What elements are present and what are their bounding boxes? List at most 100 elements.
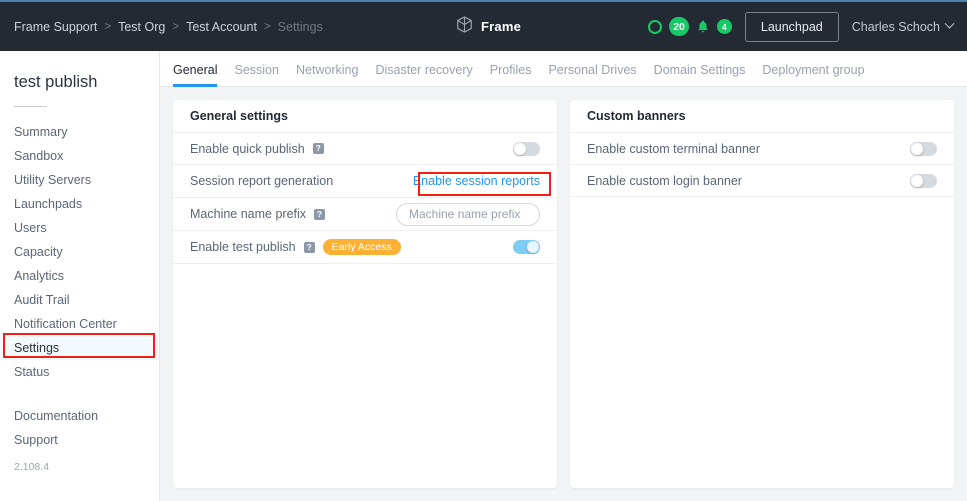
sidebar-item-label: Analytics xyxy=(14,269,65,283)
login-banner-toggle[interactable] xyxy=(910,173,937,188)
breadcrumb-item-test-account[interactable]: Test Account xyxy=(186,20,257,34)
top-bar-right: 20 4 Launchpad Charles Schoch xyxy=(648,11,957,42)
chevron-down-icon xyxy=(944,18,955,29)
breadcrumb-separator: > xyxy=(263,20,271,33)
sidebar-item-label: Status xyxy=(14,365,50,379)
custom-banners-title: Custom banners xyxy=(570,100,954,133)
tab-general[interactable]: General xyxy=(173,63,218,87)
sidebar-item-summary[interactable]: Summary xyxy=(0,120,160,144)
row-machine-name-prefix: Machine name prefix ? xyxy=(173,198,557,231)
tab-personal-drives[interactable]: Personal Drives xyxy=(548,63,636,86)
sidebar-item-sandbox[interactable]: Sandbox xyxy=(0,144,160,168)
settings-cards: General settings Enable quick publish ? … xyxy=(160,87,967,501)
toggle-knob xyxy=(911,142,923,155)
help-icon[interactable]: ? xyxy=(312,143,324,154)
breadcrumb-item-settings: Settings xyxy=(277,19,323,34)
status-count-badge[interactable]: 20 xyxy=(669,17,689,36)
user-menu-label: Charles Schoch xyxy=(851,19,940,34)
sidebar-item-documentation[interactable]: Documentation xyxy=(0,404,160,428)
sidebar-item-label: Sandbox xyxy=(14,149,64,163)
notification-count-badge[interactable]: 4 xyxy=(716,19,732,34)
sidebar-item-notification-center[interactable]: Notification Center xyxy=(0,312,160,336)
main-content: General Session Networking Disaster reco… xyxy=(160,51,967,501)
sidebar-item-launchpads[interactable]: Launchpads xyxy=(0,192,160,216)
sidebar-item-users[interactable]: Users xyxy=(0,216,160,240)
quick-publish-toggle[interactable] xyxy=(513,141,540,156)
sidebar-item-label: Capacity xyxy=(14,245,63,259)
status-indicators: 20 4 xyxy=(648,17,732,36)
general-settings-empty-area xyxy=(173,264,557,488)
row-enable-test-publish: Enable test publish ? Early Access xyxy=(173,231,557,264)
breadcrumb: Frame Support > Test Org > Test Account … xyxy=(14,20,323,34)
tab-deployment-group[interactable]: Deployment group xyxy=(762,63,864,86)
sidebar-item-label: Documentation xyxy=(14,409,99,423)
row-label-group: Session report generation xyxy=(190,174,333,188)
row-label-group: Enable custom terminal banner xyxy=(587,142,760,156)
sidebar-divider xyxy=(14,106,47,107)
breadcrumb-item-test-org[interactable]: Test Org xyxy=(118,20,165,34)
brand-logo[interactable]: Frame xyxy=(455,15,521,39)
sidebar-item-label: Settings xyxy=(14,341,60,355)
sidebar-item-audit-trail[interactable]: Audit Trail xyxy=(0,288,160,312)
tab-disaster-recovery[interactable]: Disaster recovery xyxy=(376,63,473,86)
sidebar-version: 2.108.4 xyxy=(14,461,50,473)
sidebar-item-utility-servers[interactable]: Utility Servers xyxy=(0,168,160,192)
launchpad-button[interactable]: Launchpad xyxy=(744,11,839,42)
custom-banners-card: Custom banners Enable custom terminal ba… xyxy=(570,100,954,488)
test-publish-toggle[interactable] xyxy=(513,240,540,254)
enable-session-reports-link[interactable]: Enable session reports xyxy=(413,174,540,188)
tab-session[interactable]: Session xyxy=(234,63,278,86)
terminal-banner-label: Enable custom terminal banner xyxy=(587,141,761,156)
row-enable-quick-publish: Enable quick publish ? xyxy=(173,133,557,165)
sidebar-item-label: Audit Trail xyxy=(14,293,70,307)
sidebar-item-label: Support xyxy=(14,433,58,447)
bell-icon[interactable] xyxy=(696,19,710,34)
general-settings-card: General settings Enable quick publish ? … xyxy=(173,100,557,488)
sidebar-item-label: Notification Center xyxy=(14,317,117,331)
tab-bar: General Session Networking Disaster reco… xyxy=(160,51,967,87)
sidebar-item-status[interactable]: Status xyxy=(0,360,160,384)
row-enable-custom-terminal-banner: Enable custom terminal banner xyxy=(570,133,954,165)
breadcrumb-separator: > xyxy=(104,20,112,33)
custom-banners-empty-area xyxy=(570,197,954,488)
quick-publish-label: Enable quick publish xyxy=(190,141,305,156)
user-menu[interactable]: Charles Schoch xyxy=(851,18,955,34)
machine-name-prefix-input[interactable] xyxy=(396,202,540,226)
row-enable-custom-login-banner: Enable custom login banner xyxy=(570,165,954,197)
login-banner-label: Enable custom login banner xyxy=(587,173,742,188)
general-settings-title: General settings xyxy=(173,100,557,133)
sidebar-item-support[interactable]: Support xyxy=(0,428,160,452)
help-icon[interactable]: ? xyxy=(314,208,326,220)
sidebar-item-label: Utility Servers xyxy=(14,173,92,187)
terminal-banner-toggle[interactable] xyxy=(910,141,937,156)
tab-domain-settings[interactable]: Domain Settings xyxy=(654,63,746,86)
sidebar-item-label: Users xyxy=(14,221,47,235)
top-bar: Frame Support > Test Org > Test Account … xyxy=(0,0,967,51)
session-report-label: Session report generation xyxy=(190,174,334,188)
tab-networking[interactable]: Networking xyxy=(296,63,359,86)
brand-name: Frame xyxy=(481,19,522,34)
sidebar-item-label: Launchpads xyxy=(14,197,83,211)
sidebar-item-analytics[interactable]: Analytics xyxy=(0,264,160,288)
app-root: Frame Support > Test Org > Test Account … xyxy=(0,0,967,501)
row-label-group: Machine name prefix ? xyxy=(190,207,326,221)
help-icon[interactable]: ? xyxy=(303,241,315,253)
circle-outline-icon[interactable] xyxy=(648,19,663,34)
toggle-knob xyxy=(911,174,923,187)
toggle-knob xyxy=(514,142,526,155)
row-label-group: Enable test publish ? Early Access xyxy=(190,239,401,255)
tab-profiles[interactable]: Profiles xyxy=(490,63,532,86)
sidebar-item-capacity[interactable]: Capacity xyxy=(0,240,160,264)
early-access-badge: Early Access xyxy=(322,239,401,255)
sidebar-item-settings[interactable]: Settings xyxy=(0,335,164,361)
machine-name-prefix-label: Machine name prefix xyxy=(190,207,307,221)
breadcrumb-item-frame-support[interactable]: Frame Support xyxy=(14,20,97,34)
sidebar-item-label: Summary xyxy=(14,125,68,139)
row-session-report-generation: Session report generation Enable session… xyxy=(173,165,557,198)
cube-icon xyxy=(455,15,474,39)
test-publish-label: Enable test publish xyxy=(190,240,296,254)
sidebar: test publish Summary Sandbox Utility Ser… xyxy=(0,51,164,501)
row-label-group: Enable quick publish ? xyxy=(190,142,324,156)
breadcrumb-separator: > xyxy=(172,20,180,33)
